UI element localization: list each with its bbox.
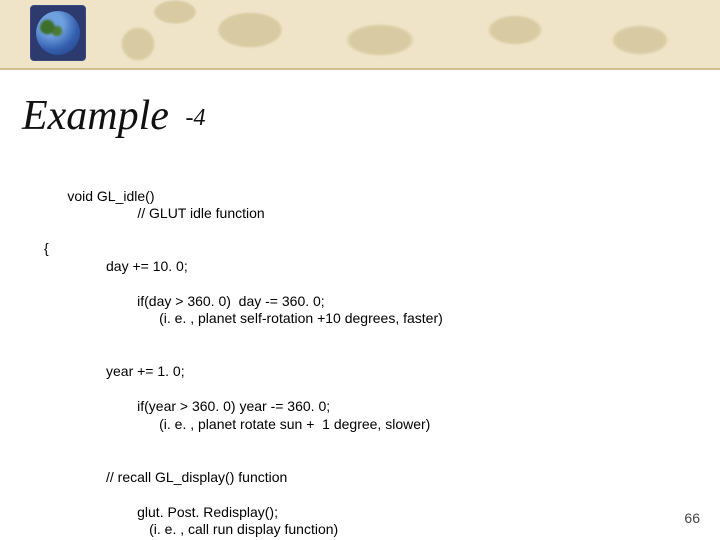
- banner: [0, 0, 720, 70]
- banner-underline: [0, 68, 720, 70]
- brace-open: {: [44, 240, 443, 258]
- code-signature-line: void GL_idle() // GLUT idle function: [44, 170, 443, 240]
- code-block-2: year += 1. 0; if(year > 360. 0) year -= …: [44, 363, 443, 451]
- code-line: if(day > 360. 0) day -= 360. 0; (i. e. ,…: [44, 275, 443, 345]
- code-line: year += 1. 0;: [44, 363, 443, 381]
- code-line: glut. Post. Redisplay(); (i. e. , call r…: [44, 486, 443, 540]
- code-block-1: day += 10. 0; if(day > 360. 0) day -= 36…: [44, 258, 443, 346]
- code-stmt: if(day > 360. 0) day -= 360. 0;: [137, 293, 325, 309]
- code-signature: void GL_idle(): [67, 188, 154, 206]
- title-suffix: -4: [185, 105, 205, 131]
- slide: Example -4 void GL_idle() // GLUT idle f…: [0, 0, 720, 540]
- code-line: if(year > 360. 0) year -= 360. 0; (i. e.…: [44, 381, 443, 451]
- code-note: (i. e. , planet self-rotation +10 degree…: [159, 310, 443, 328]
- code-stmt: if(year > 360. 0) year -= 360. 0;: [137, 398, 330, 414]
- globe-icon: [30, 5, 88, 63]
- code-stmt: glut. Post. Redisplay();: [137, 504, 278, 520]
- code-note: (i. e. , planet rotate sun + 1 degree, s…: [159, 416, 430, 434]
- page-number: 66: [684, 510, 700, 526]
- code-line: day += 10. 0;: [44, 258, 443, 276]
- code-note: (i. e. , call run display function): [149, 521, 338, 539]
- banner-map-pattern: [0, 0, 720, 70]
- code-signature-comment: // GLUT idle function: [137, 205, 264, 223]
- code-block: void GL_idle() // GLUT idle function { d…: [44, 170, 443, 540]
- code-block-3: // recall GL_display() function glut. Po…: [44, 469, 443, 540]
- title-main: Example: [22, 93, 169, 139]
- page-title: Example -4: [22, 92, 205, 140]
- code-line: // recall GL_display() function: [44, 469, 443, 487]
